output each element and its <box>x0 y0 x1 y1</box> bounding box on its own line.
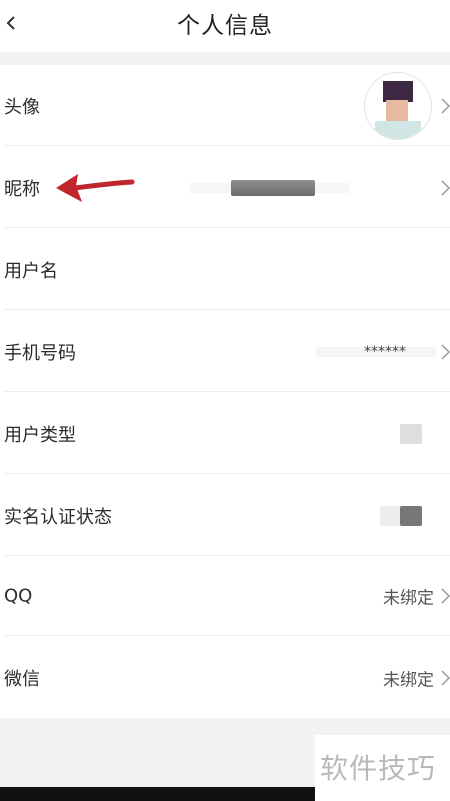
profile-screen: 个人信息 头像 昵称 用户名 手机号码 ****** 用户类型 实名认证状态 Q… <box>0 0 450 801</box>
row-qq[interactable]: QQ 未绑定 <box>0 555 450 636</box>
header-bar: 个人信息 <box>0 0 450 52</box>
watermark: 软件技巧 <box>320 752 437 785</box>
row-wechat[interactable]: 微信 未绑定 <box>0 637 450 718</box>
row-verification-status: 实名认证状态 <box>0 475 450 556</box>
row-avatar[interactable]: 头像 <box>0 65 450 146</box>
chevron-right-icon <box>441 669 450 686</box>
page-title: 个人信息 <box>177 13 273 39</box>
wechat-binding-status: 未绑定 <box>383 670 434 690</box>
avatar[interactable] <box>364 71 432 140</box>
user-type-redacted-value <box>400 423 422 444</box>
chevron-right-icon <box>441 587 450 604</box>
divider <box>4 145 450 146</box>
verification-redacted-light <box>380 505 402 526</box>
row-label-qq: QQ <box>4 585 33 606</box>
qq-binding-status: 未绑定 <box>383 588 434 608</box>
row-phone[interactable]: 手机号码 ****** <box>0 311 450 392</box>
row-label-phone: 手机号码 <box>4 342 76 364</box>
divider <box>4 473 450 474</box>
chevron-right-icon <box>441 179 450 196</box>
row-username: 用户名 <box>0 229 450 310</box>
divider <box>4 391 450 392</box>
row-label-avatar: 头像 <box>4 96 40 118</box>
row-label-username: 用户名 <box>4 260 58 282</box>
divider <box>4 635 450 636</box>
divider <box>4 227 450 228</box>
verification-redacted-dark <box>400 505 422 526</box>
chevron-right-icon <box>441 343 450 360</box>
bottom-bar <box>0 787 315 801</box>
row-label-wechat: 微信 <box>4 668 40 690</box>
chevron-right-icon <box>441 97 450 114</box>
annotation-arrow-icon <box>56 174 135 202</box>
row-user-type: 用户类型 <box>0 393 450 474</box>
row-label-nickname: 昵称 <box>4 178 40 200</box>
row-label-user-type: 用户类型 <box>4 424 76 446</box>
profile-list: 头像 昵称 用户名 手机号码 ****** 用户类型 实名认证状态 QQ 未绑定… <box>0 65 450 718</box>
row-label-verification-status: 实名认证状态 <box>4 506 112 528</box>
nickname-redacted-value <box>231 179 315 196</box>
divider <box>4 309 450 310</box>
phone-masked-value: ****** <box>364 343 406 360</box>
